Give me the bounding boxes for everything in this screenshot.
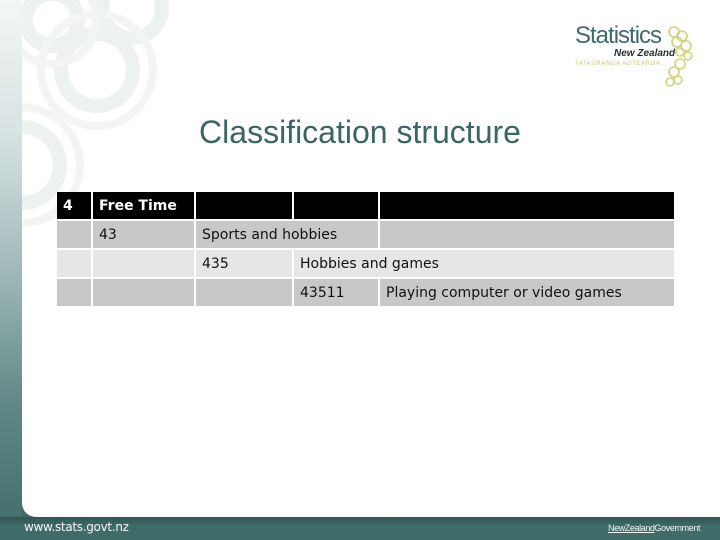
table-cell: 43 bbox=[93, 221, 194, 248]
slide-title-text: Classification structure bbox=[199, 114, 521, 150]
logo-maori-text: TATAURANGA AOTEAROA bbox=[575, 61, 661, 67]
table-cell bbox=[57, 250, 91, 277]
table-cell bbox=[57, 221, 91, 248]
stats-nz-logo[interactable]: Statistics New Zealand TATAURANGA AOTEAR… bbox=[572, 22, 702, 92]
nz-map-icon bbox=[665, 26, 693, 87]
table-cell: 4 bbox=[57, 192, 91, 219]
table-cell bbox=[93, 250, 194, 277]
table-cell bbox=[380, 221, 674, 248]
table-cell: 43511 bbox=[294, 279, 378, 306]
table-row: 4 Free Time bbox=[57, 192, 674, 219]
table-cell bbox=[380, 192, 674, 219]
nz-government-logo: NewZealandGovernment bbox=[608, 523, 700, 533]
table-cell: Hobbies and games bbox=[294, 250, 674, 277]
gov-logo-suffix: Government bbox=[654, 523, 701, 533]
table-row: 43 Sports and hobbies bbox=[57, 221, 674, 248]
table-row: 43511 Playing computer or video games bbox=[57, 279, 674, 306]
gov-logo-prefix: NewZealand bbox=[608, 523, 655, 533]
table-cell: Free Time bbox=[93, 192, 194, 219]
table-cell bbox=[93, 279, 194, 306]
slide-title: Classification structure bbox=[0, 114, 720, 151]
logo-wordmark: Statistics bbox=[575, 22, 662, 49]
table-cell bbox=[294, 192, 378, 219]
table-cell: Sports and hobbies bbox=[196, 221, 378, 248]
table-cell bbox=[196, 192, 292, 219]
footer-website-link[interactable]: www.stats.govt.nz bbox=[24, 520, 129, 534]
table-cell: Playing computer or video games bbox=[380, 279, 674, 306]
classification-table: 4 Free Time 43 Sports and hobbies 435 Ho… bbox=[55, 190, 676, 308]
table-cell bbox=[196, 279, 292, 306]
table-cell: 435 bbox=[196, 250, 292, 277]
table-row: 435 Hobbies and games bbox=[57, 250, 674, 277]
table-cell bbox=[57, 279, 91, 306]
left-accent-bar bbox=[0, 0, 22, 540]
